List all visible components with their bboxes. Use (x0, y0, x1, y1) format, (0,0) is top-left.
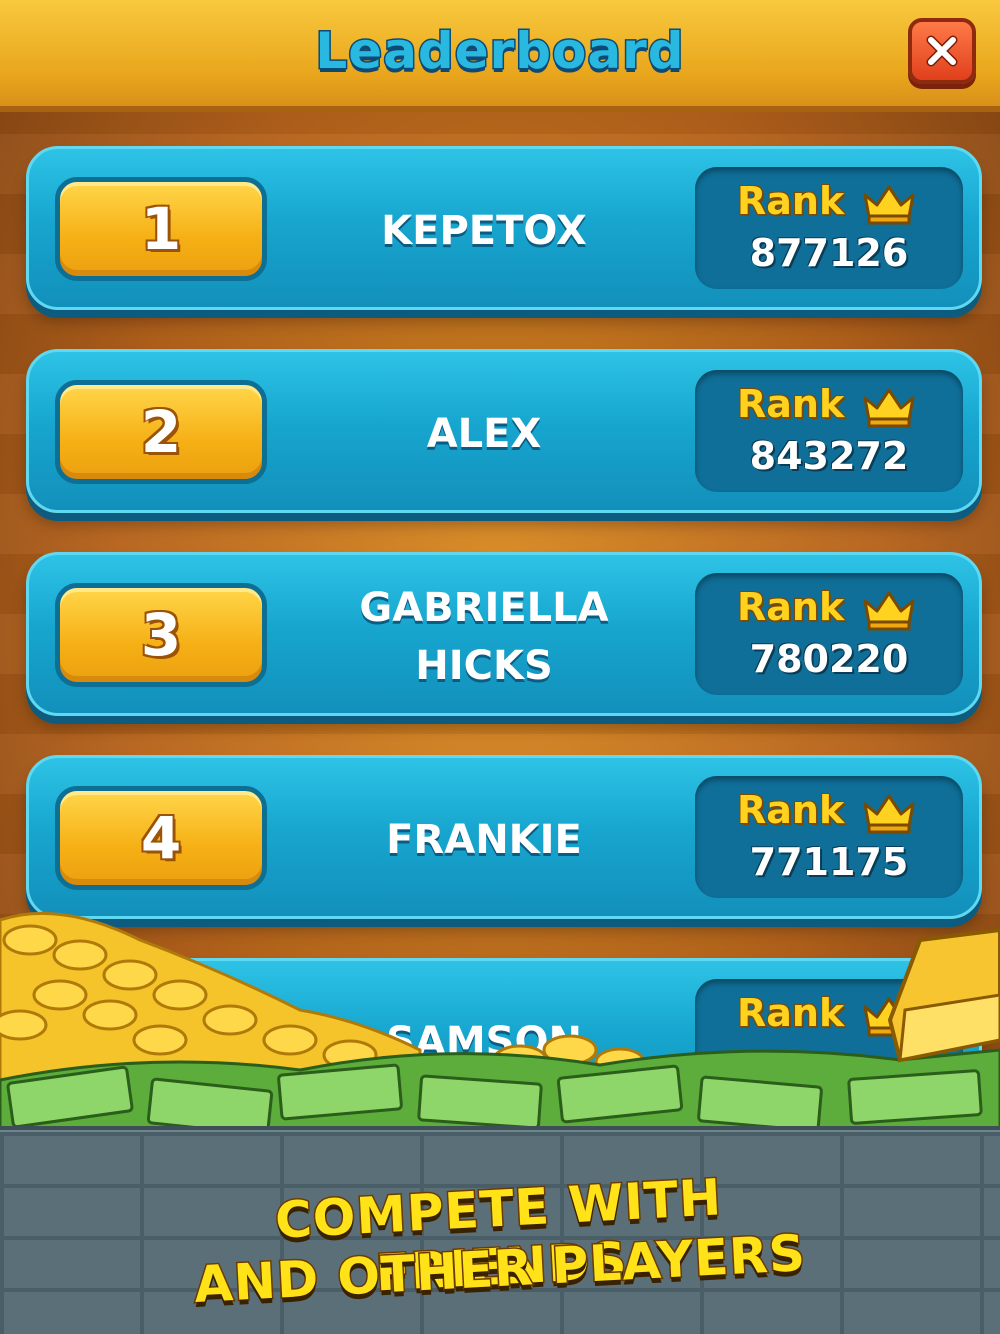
rank-label: Rank (737, 179, 845, 223)
rank-label: Rank (737, 585, 845, 629)
score-value: 771175 (749, 840, 909, 884)
score-value: 780220 (749, 637, 909, 681)
score-box: Rank 877126 (695, 167, 963, 289)
position-badge: 1 (55, 177, 267, 281)
player-name: KEPETOX (381, 208, 587, 254)
player-name: ALEX (426, 411, 542, 457)
score-value: 877126 (749, 231, 909, 275)
position-badge: 3 (55, 583, 267, 687)
score-value: 843272 (749, 434, 909, 478)
crown-icon (863, 591, 915, 631)
crown-icon (863, 185, 915, 225)
score-box: Rank 780220 (695, 573, 963, 695)
leaderboard-row[interactable]: 4 FRANKIE Rank 771175 (26, 755, 982, 919)
gold-bars (887, 927, 1000, 1063)
rank-label: Rank (737, 788, 845, 832)
rank-label: Rank (737, 382, 845, 426)
score-box: Rank 843272 (695, 370, 963, 492)
header-bar: Leaderboard (0, 0, 1000, 112)
page-title: Leaderboard (314, 21, 685, 82)
position-badge: 2 (55, 380, 267, 484)
crown-icon (863, 794, 915, 834)
money-pile-illustration (0, 911, 1000, 1140)
crown-icon (863, 388, 915, 428)
leaderboard-row[interactable]: 1 KEPETOX Rank 877126 (26, 146, 982, 310)
close-icon (926, 35, 958, 67)
player-name: GABRIELLA HICKS (359, 585, 609, 689)
leaderboard-row[interactable]: 2 ALEX Rank 843272 (26, 349, 982, 513)
close-button[interactable] (908, 18, 976, 84)
player-name: FRANKIE (386, 817, 582, 863)
leaderboard-row[interactable]: 3 GABRIELLA HICKS Rank 780220 (26, 552, 982, 716)
score-box: Rank 771175 (695, 776, 963, 898)
position-badge: 4 (55, 786, 267, 890)
